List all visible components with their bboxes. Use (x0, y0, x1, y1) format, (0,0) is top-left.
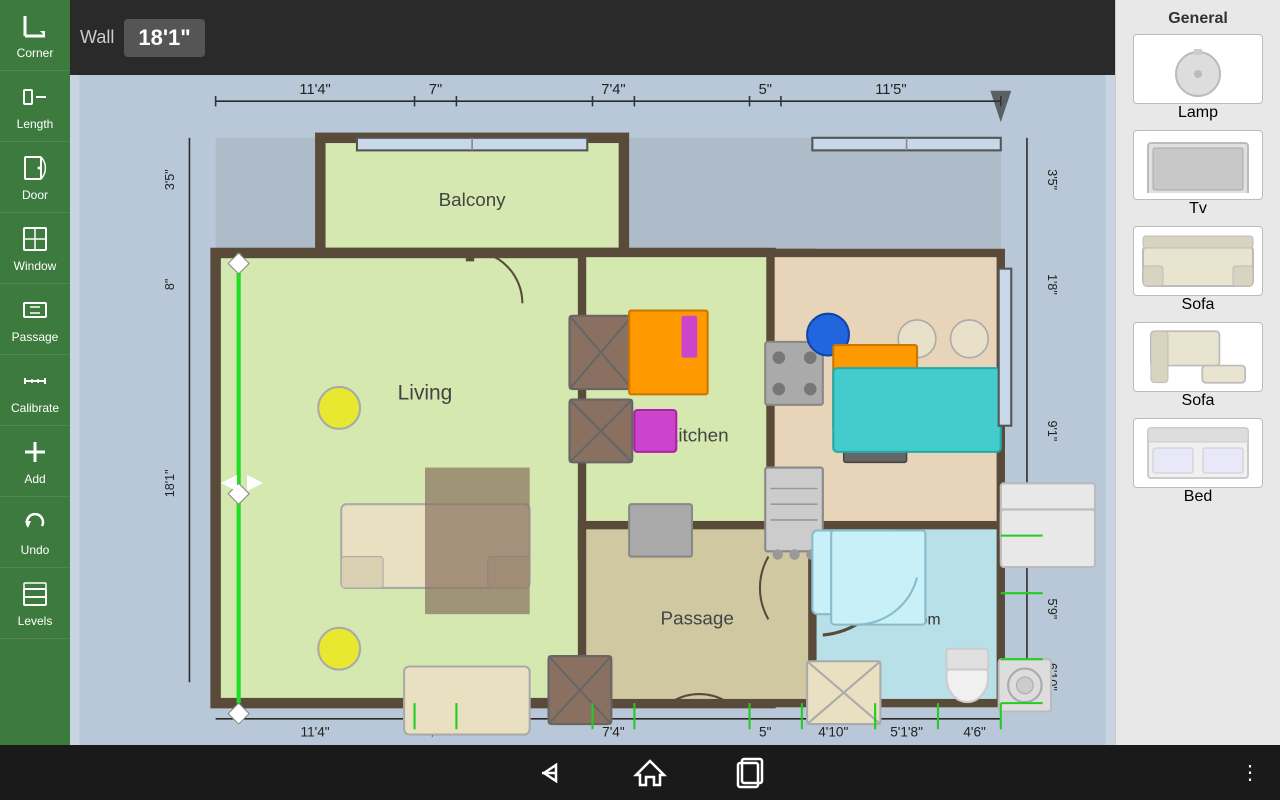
furniture-lamp[interactable]: Lamp (1123, 34, 1273, 122)
wall-label: Wall (80, 27, 114, 48)
right-panel: General Lamp Tv (1115, 0, 1280, 750)
wall-value: 18'1" (124, 19, 204, 57)
svg-text:▶: ▶ (247, 471, 264, 494)
svg-text:11'4": 11'4" (299, 82, 330, 98)
undo-tool[interactable]: Undo (0, 497, 70, 568)
general-label: General (1168, 10, 1228, 28)
length-label: Length (17, 117, 54, 131)
svg-text:4'6": 4'6" (963, 725, 986, 740)
svg-text:3'5": 3'5" (1045, 169, 1059, 190)
passage-tool[interactable]: Passage (0, 284, 70, 355)
furniture-sofa2[interactable]: Sofa (1123, 322, 1273, 410)
svg-text:18'1": 18'1" (163, 469, 177, 497)
svg-text:1'8": 1'8" (1045, 274, 1059, 295)
window-tool[interactable]: Window (0, 213, 70, 284)
back-button[interactable] (530, 753, 570, 793)
svg-text:Passage: Passage (661, 608, 734, 629)
add-icon (19, 436, 51, 468)
furniture-tv[interactable]: Tv (1123, 130, 1273, 218)
svg-text:7'4": 7'4" (601, 82, 625, 98)
length-tool[interactable]: Length (0, 71, 70, 142)
svg-text:7": 7" (429, 82, 442, 98)
calibrate-label: Calibrate (11, 401, 59, 415)
tv-thumbnail (1133, 130, 1263, 200)
levels-tool[interactable]: Levels (0, 568, 70, 639)
corner-icon (19, 10, 51, 42)
svg-text:4'10": 4'10" (818, 725, 848, 740)
svg-text:◀: ◀ (221, 471, 238, 494)
svg-text:9'1": 9'1" (1045, 421, 1059, 442)
add-tool[interactable]: Add (0, 426, 70, 497)
bed-thumbnail (1133, 418, 1263, 488)
add-label: Add (24, 472, 45, 486)
svg-text:11'5": 11'5" (875, 82, 906, 98)
lamp-label: Lamp (1178, 104, 1218, 122)
sofa2-thumbnail (1133, 322, 1263, 392)
calibrate-tool[interactable]: Calibrate (0, 355, 70, 426)
svg-text:5'9": 5'9" (1045, 599, 1059, 620)
svg-text:5'1'8": 5'1'8" (890, 725, 923, 740)
lamp-thumbnail (1133, 34, 1263, 104)
calibrate-icon (19, 365, 51, 397)
undo-label: Undo (21, 543, 50, 557)
svg-text:5": 5" (759, 82, 772, 98)
top-bar: Wall 18'1" (70, 0, 1115, 75)
left-toolbar: Corner Length Door Window (0, 0, 70, 750)
svg-text:3'5": 3'5" (163, 169, 177, 190)
recents-button[interactable] (730, 753, 770, 793)
bottom-bar: ⋮ (0, 745, 1280, 800)
furniture-bed[interactable]: Bed (1123, 418, 1273, 506)
svg-text:11'4": 11'4" (301, 725, 330, 740)
svg-text:Balcony: Balcony (439, 189, 507, 210)
more-button[interactable]: ⋮ (1240, 760, 1260, 785)
floor-plan-area[interactable]: 11'4" 7" 7'4" 5" 11'5" 11'4" 7" 7'4" 5" … (70, 75, 1115, 745)
door-icon (19, 152, 51, 184)
bottom-nav (60, 753, 1240, 793)
corner-tool[interactable]: Corner (0, 0, 70, 71)
sofa1-thumbnail (1133, 226, 1263, 296)
tv-label: Tv (1189, 200, 1207, 218)
undo-icon (19, 507, 51, 539)
sofa2-label: Sofa (1182, 392, 1215, 410)
door-tool[interactable]: Door (0, 142, 70, 213)
svg-text:5": 5" (759, 725, 772, 740)
svg-text:Living: Living (398, 382, 453, 405)
door-label: Door (22, 188, 48, 202)
length-icon (19, 81, 51, 113)
levels-icon (19, 578, 51, 610)
furniture-sofa1[interactable]: Sofa (1123, 226, 1273, 314)
window-label: Window (14, 259, 57, 273)
passage-icon (19, 294, 51, 326)
sofa1-label: Sofa (1182, 296, 1215, 314)
levels-label: Levels (18, 614, 53, 628)
svg-text:7'4": 7'4" (602, 725, 625, 740)
svg-text:8": 8" (163, 279, 177, 290)
corner-label: Corner (17, 46, 54, 60)
window-icon (19, 223, 51, 255)
passage-label: Passage (12, 330, 59, 344)
bed-label: Bed (1184, 488, 1212, 506)
home-button[interactable] (630, 753, 670, 793)
